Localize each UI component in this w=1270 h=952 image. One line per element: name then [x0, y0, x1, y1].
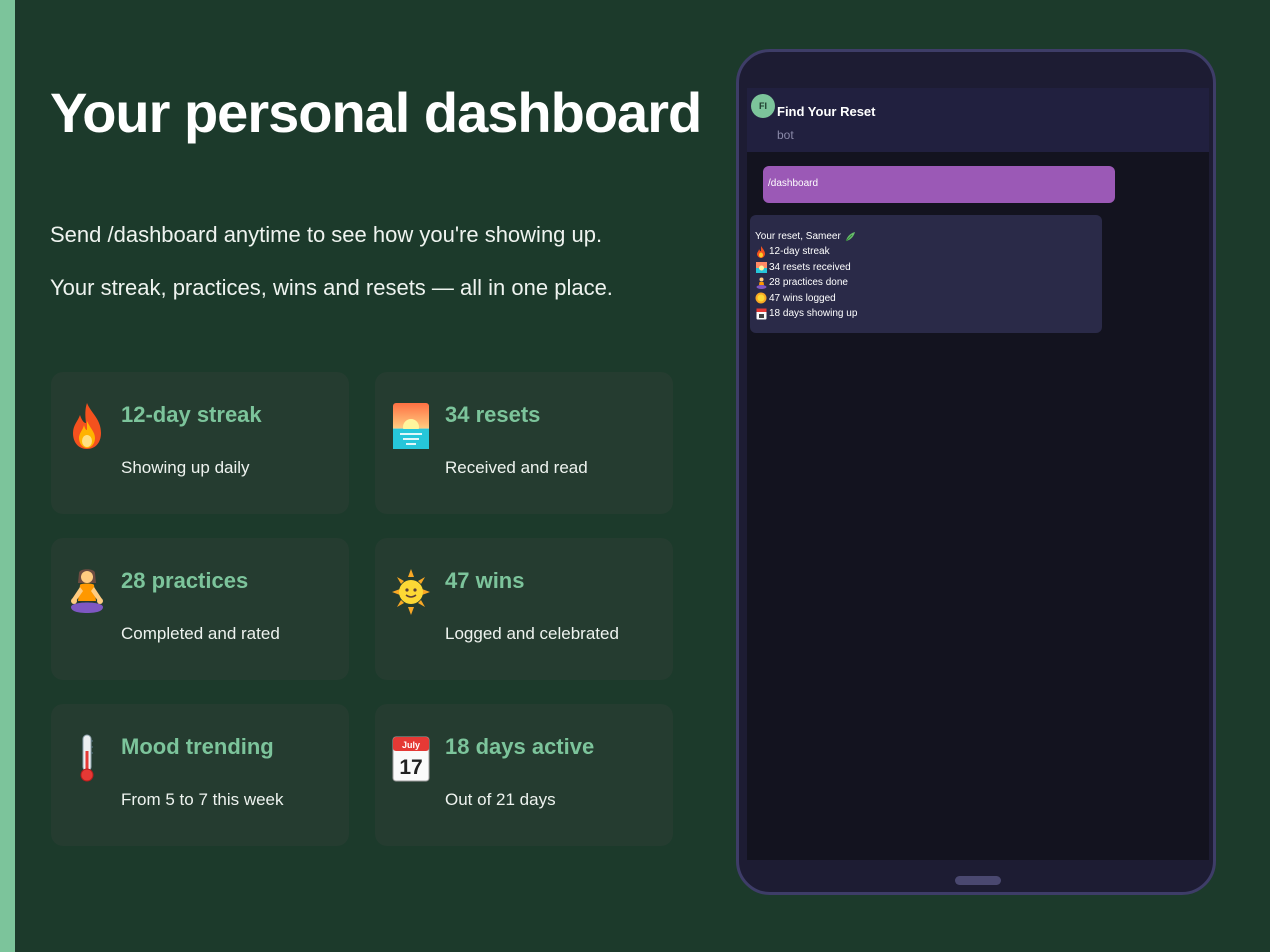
card-subtitle: Out of 21 days	[445, 790, 556, 809]
calendar-day: 17	[399, 756, 422, 779]
card-subtitle: Showing up daily	[121, 458, 250, 477]
sunrise-icon	[755, 261, 767, 274]
meditation-icon	[755, 277, 767, 289]
reply-line: 34 resets received	[755, 260, 1097, 275]
reply-heading: Your reset, Sameer	[755, 231, 841, 242]
reply-line: 18 days showing up	[755, 306, 1097, 321]
reply-text: 34 resets received	[769, 261, 851, 273]
reply-text: 28 practices done	[769, 277, 848, 289]
accent-bar	[0, 0, 15, 952]
card-subtitle: From 5 to 7 this week	[121, 790, 284, 809]
card-title: 18 days active	[445, 734, 595, 759]
chat-subtitle: bot	[777, 128, 794, 142]
stat-card-mood: Mood trending From 5 to 7 this week	[51, 704, 349, 846]
card-subtitle: Completed and rated	[121, 624, 280, 643]
thermometer-icon	[65, 732, 109, 784]
reply-text: 47 wins logged	[769, 292, 836, 304]
card-title: 47 wins	[445, 568, 525, 593]
incoming-message[interactable]: Your reset, Sameer 12-day streak 34 rese…	[750, 215, 1102, 333]
card-title: Mood trending	[121, 734, 274, 759]
chat-name[interactable]: Find Your Reset	[777, 104, 875, 119]
card-subtitle: Received and read	[445, 458, 588, 477]
stat-card-wins: 47 wins Logged and celebrated	[375, 538, 673, 680]
stat-card-practices: 28 practices Completed and rated	[51, 538, 349, 680]
intro-line-2: Your streak, practices, wins and resets …	[50, 275, 613, 301]
card-title: 12-day streak	[121, 402, 262, 427]
sun-face-icon	[389, 566, 433, 618]
card-title: 28 practices	[121, 568, 249, 593]
reply-line: 12-day streak	[755, 244, 1097, 259]
chat-header: FI Find Your Reset bot	[747, 88, 1209, 152]
fire-icon	[65, 400, 109, 452]
fire-icon	[755, 246, 767, 259]
home-button[interactable]	[955, 876, 1001, 885]
card-title: 34 resets	[445, 402, 541, 427]
reply-text: 12-day streak	[769, 246, 830, 258]
avatar[interactable]: FI	[751, 94, 775, 118]
sun-face-icon	[755, 292, 767, 304]
reply-line: 28 practices done	[755, 275, 1097, 290]
outgoing-message[interactable]: /dashboard	[763, 166, 1115, 203]
stat-card-streak: 12-day streak Showing up daily	[51, 372, 349, 514]
calendar-month: July	[402, 740, 420, 750]
stat-card-days-active: July 17 18 days active Out of 21 days	[375, 704, 673, 846]
stat-card-resets: 34 resets Received and read	[375, 372, 673, 514]
chat-screen: FI Find Your Reset bot /dashboard Your r…	[747, 88, 1209, 860]
herb-icon	[844, 231, 856, 243]
calendar-icon: July 17	[389, 732, 433, 784]
card-subtitle: Logged and celebrated	[445, 624, 619, 643]
reply-text: 18 days showing up	[769, 308, 858, 320]
meditation-icon	[65, 566, 109, 618]
calendar-icon	[755, 308, 767, 320]
reply-heading-line: Your reset, Sameer	[755, 229, 1097, 244]
tablet-mockup: FI Find Your Reset bot /dashboard Your r…	[736, 49, 1216, 895]
intro-text: Send /dashboard anytime to see how you'r…	[50, 222, 613, 329]
reply-line: 47 wins logged	[755, 291, 1097, 306]
intro-line-1: Send /dashboard anytime to see how you'r…	[50, 222, 603, 247]
sunrise-icon	[389, 400, 433, 452]
page-title: Your personal dashboard	[50, 81, 702, 144]
